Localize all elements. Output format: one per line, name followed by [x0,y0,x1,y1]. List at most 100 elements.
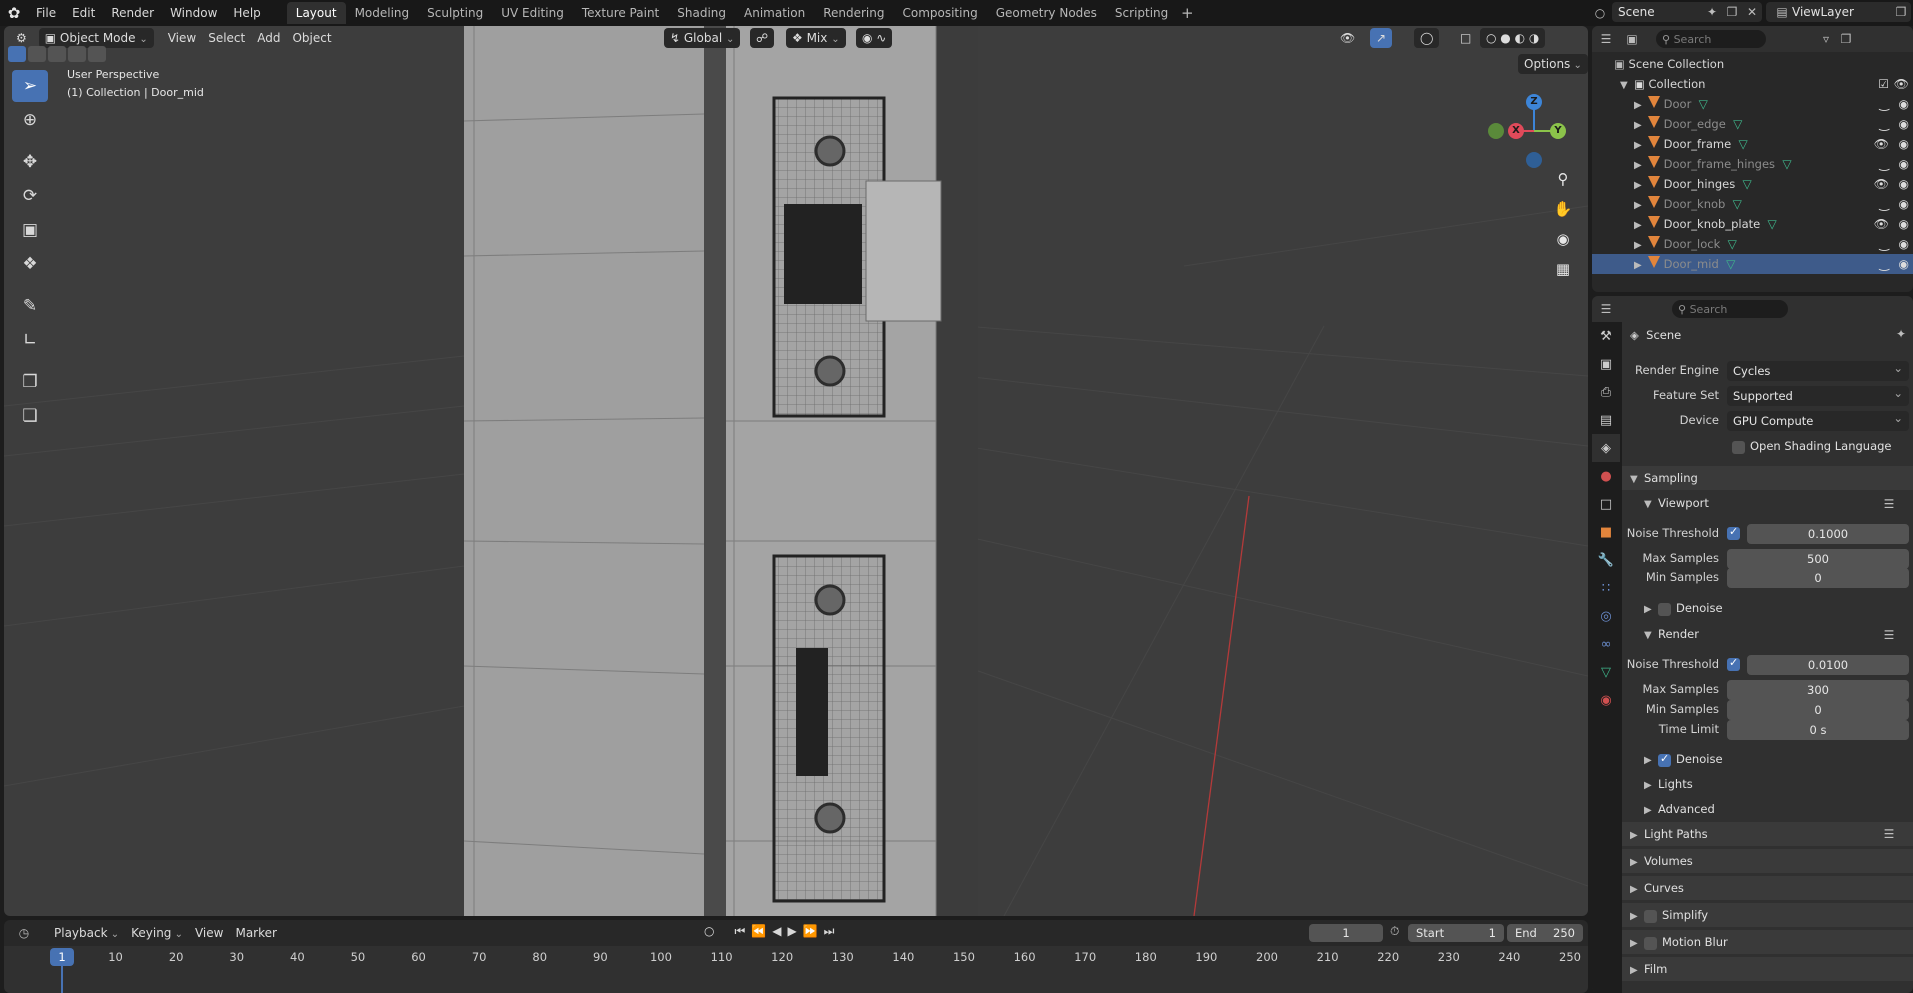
camera-icon[interactable]: ◉ [1899,194,1909,214]
material-tab-icon[interactable]: ◉ [1592,686,1620,714]
render-engine-dropdown[interactable]: Cycles [1727,358,1909,381]
tab-compositing[interactable]: Compositing [893,2,986,24]
light-paths-header[interactable]: ▶ Light Paths [1630,827,1708,841]
menu-select[interactable]: Select [202,28,251,48]
menu-help[interactable]: Help [225,2,268,24]
feature-set-dropdown[interactable]: Supported [1727,383,1909,406]
chevron-right-icon[interactable]: ▶ [1634,256,1648,276]
view-layer-tab-icon[interactable]: ▤ [1592,406,1620,434]
extrude-icon[interactable]: ❏ [12,400,48,432]
gizmo-y-axis[interactable]: Y [1550,123,1566,139]
gizmo-x-axis[interactable]: X [1508,123,1524,139]
chevron-right-icon[interactable]: ▶ [1634,216,1648,236]
advanced-subheader[interactable]: ▶ Advanced [1644,802,1715,816]
render-subheader[interactable]: ▼ Render [1644,627,1699,641]
constraints-tab-icon[interactable]: ∞ [1592,630,1620,658]
move-icon[interactable]: ✥ [12,146,48,178]
transform-orientation-dropdown[interactable]: ↯ Global [664,28,741,48]
data-tab-icon[interactable]: ▽ [1592,658,1620,686]
curves-header[interactable]: ▶ Curves [1630,881,1684,895]
chevron-right-icon[interactable]: ▶ [1634,236,1648,256]
outliner-item-row[interactable]: ▶ Door_mid ▽ ‿ ◉ [1592,254,1913,274]
sampling-header[interactable]: ▼ Sampling [1630,471,1698,485]
outliner-item-row[interactable]: ▶ Door_frame ▽ 👁 ◉ [1592,134,1913,154]
camera-icon[interactable]: ◉ [1899,94,1909,114]
osl-checkbox[interactable] [1732,441,1745,454]
outliner-item-row[interactable]: ▶ Door_frame_hinges ▽ ‿ ◉ [1592,154,1913,174]
camera-icon[interactable]: ◉ [1899,174,1909,194]
snap-dropdown[interactable]: ❖ Mix [786,28,846,48]
eye-icon[interactable]: 👁 [1874,134,1889,154]
jump-start-icon[interactable]: ⏮ [734,924,745,939]
object-mode-dropdown[interactable]: ▣ Object Mode [38,28,154,48]
proportional-edit-button[interactable]: ◉ ∿ [856,28,893,48]
mesh-data-icon[interactable]: ▽ [1728,237,1737,251]
camera-icon[interactable]: ◉ [1899,214,1909,234]
camera-view-icon[interactable]: ◉ [1550,226,1576,252]
outliner-item-row[interactable]: ▶ Door ▽ ‿ ◉ [1592,94,1913,114]
zoom-icon[interactable]: ⚲ [1550,166,1576,192]
timeline-editor-icon[interactable]: ◷ [14,923,34,943]
checkbox-icon[interactable]: ☑ [1878,74,1889,94]
eye-closed-icon[interactable]: ‿ [1879,194,1889,214]
prev-keyframe-icon[interactable]: ⏪ [751,924,766,939]
tab-animation[interactable]: Animation [735,2,814,24]
render-tab-icon[interactable]: ▣ [1592,350,1620,378]
r-max-samples-field[interactable]: 300 [1727,680,1909,700]
rotate-icon[interactable]: ⟳ [12,180,48,212]
gizmo-neg-y-axis[interactable] [1488,123,1504,139]
collection-tab-icon[interactable]: □ [1592,490,1620,518]
tab-scripting[interactable]: Scripting [1106,2,1177,24]
select-intersect-icon[interactable] [88,46,106,62]
motion-blur-checkbox[interactable] [1644,937,1657,950]
cursor-icon[interactable]: ⊕ [12,104,48,136]
presets-list-icon[interactable]: ☰ [1879,625,1899,645]
motion-blur-header[interactable]: ▶ [1630,935,1644,949]
viewport-subheader[interactable]: ▼ Viewport [1644,496,1709,510]
physics-tab-icon[interactable]: ◎ [1592,602,1620,630]
tab-shading[interactable]: Shading [668,2,735,24]
shading-modes[interactable]: ○ ● ◐ ◑ [1480,28,1546,48]
add-cube-icon[interactable]: ❐ [12,366,48,398]
menu-keying[interactable]: Keying [125,923,189,943]
new-scene-icon[interactable]: ❐ [1722,2,1742,22]
menu-file[interactable]: File [28,2,64,24]
output-tab-icon[interactable]: ⎙ [1592,378,1620,406]
chevron-down-icon[interactable]: ▼ [1620,76,1634,96]
chevron-right-icon[interactable]: ▶ [1634,136,1648,156]
simplify-checkbox[interactable] [1644,910,1657,923]
tab-layout[interactable]: Layout [286,2,346,24]
mesh-data-icon[interactable]: ▽ [1743,177,1752,191]
eye-closed-icon[interactable]: ‿ [1879,254,1889,274]
tab-geometry-nodes[interactable]: Geometry Nodes [987,2,1106,24]
add-workspace-button[interactable]: + [1177,2,1197,24]
blender-logo-icon[interactable]: ✿ [0,2,28,24]
outliner-item-row[interactable]: ▶ Door_edge ▽ ‿ ◉ [1592,114,1913,134]
transform-icon[interactable]: ❖ [12,248,48,280]
chevron-right-icon[interactable]: ▶ [1634,156,1648,176]
jump-end-icon[interactable]: ⏭ [824,924,835,939]
new-collection-icon[interactable]: ❐ [1836,29,1856,49]
eye-closed-icon[interactable]: ‿ [1879,114,1889,134]
camera-icon[interactable]: ◉ [1899,154,1909,174]
eye-icon[interactable]: 👁 [1874,174,1889,194]
outliner-editor-icon[interactable]: ☰ [1596,29,1616,49]
menu-window[interactable]: Window [162,2,225,24]
menu-timeline-view[interactable]: View [189,923,229,943]
annotate-icon[interactable]: ✎ [12,290,48,322]
display-mode-icon[interactable]: ▣ [1622,29,1642,49]
vp-denoise-checkbox[interactable] [1658,603,1671,616]
mesh-data-icon[interactable]: ▽ [1733,197,1742,211]
play-reverse-icon[interactable]: ◀ [772,924,781,939]
scale-icon[interactable]: ▣ [12,214,48,246]
playhead-frame-badge[interactable]: 1 [50,948,74,966]
filter-icon[interactable]: ▿ [1816,29,1836,49]
play-icon[interactable]: ▶ [787,924,796,939]
gizmo-z-axis[interactable]: Z [1526,94,1542,110]
ortho-grid-icon[interactable]: ▦ [1550,256,1576,282]
menu-view[interactable]: View [162,28,202,48]
mesh-data-icon[interactable]: ▽ [1733,117,1742,131]
lights-subheader[interactable]: ▶ Lights [1644,777,1693,791]
vp-noise-threshold-field[interactable]: 0.1000 [1747,524,1909,544]
current-frame-field[interactable]: 1 [1309,924,1383,942]
